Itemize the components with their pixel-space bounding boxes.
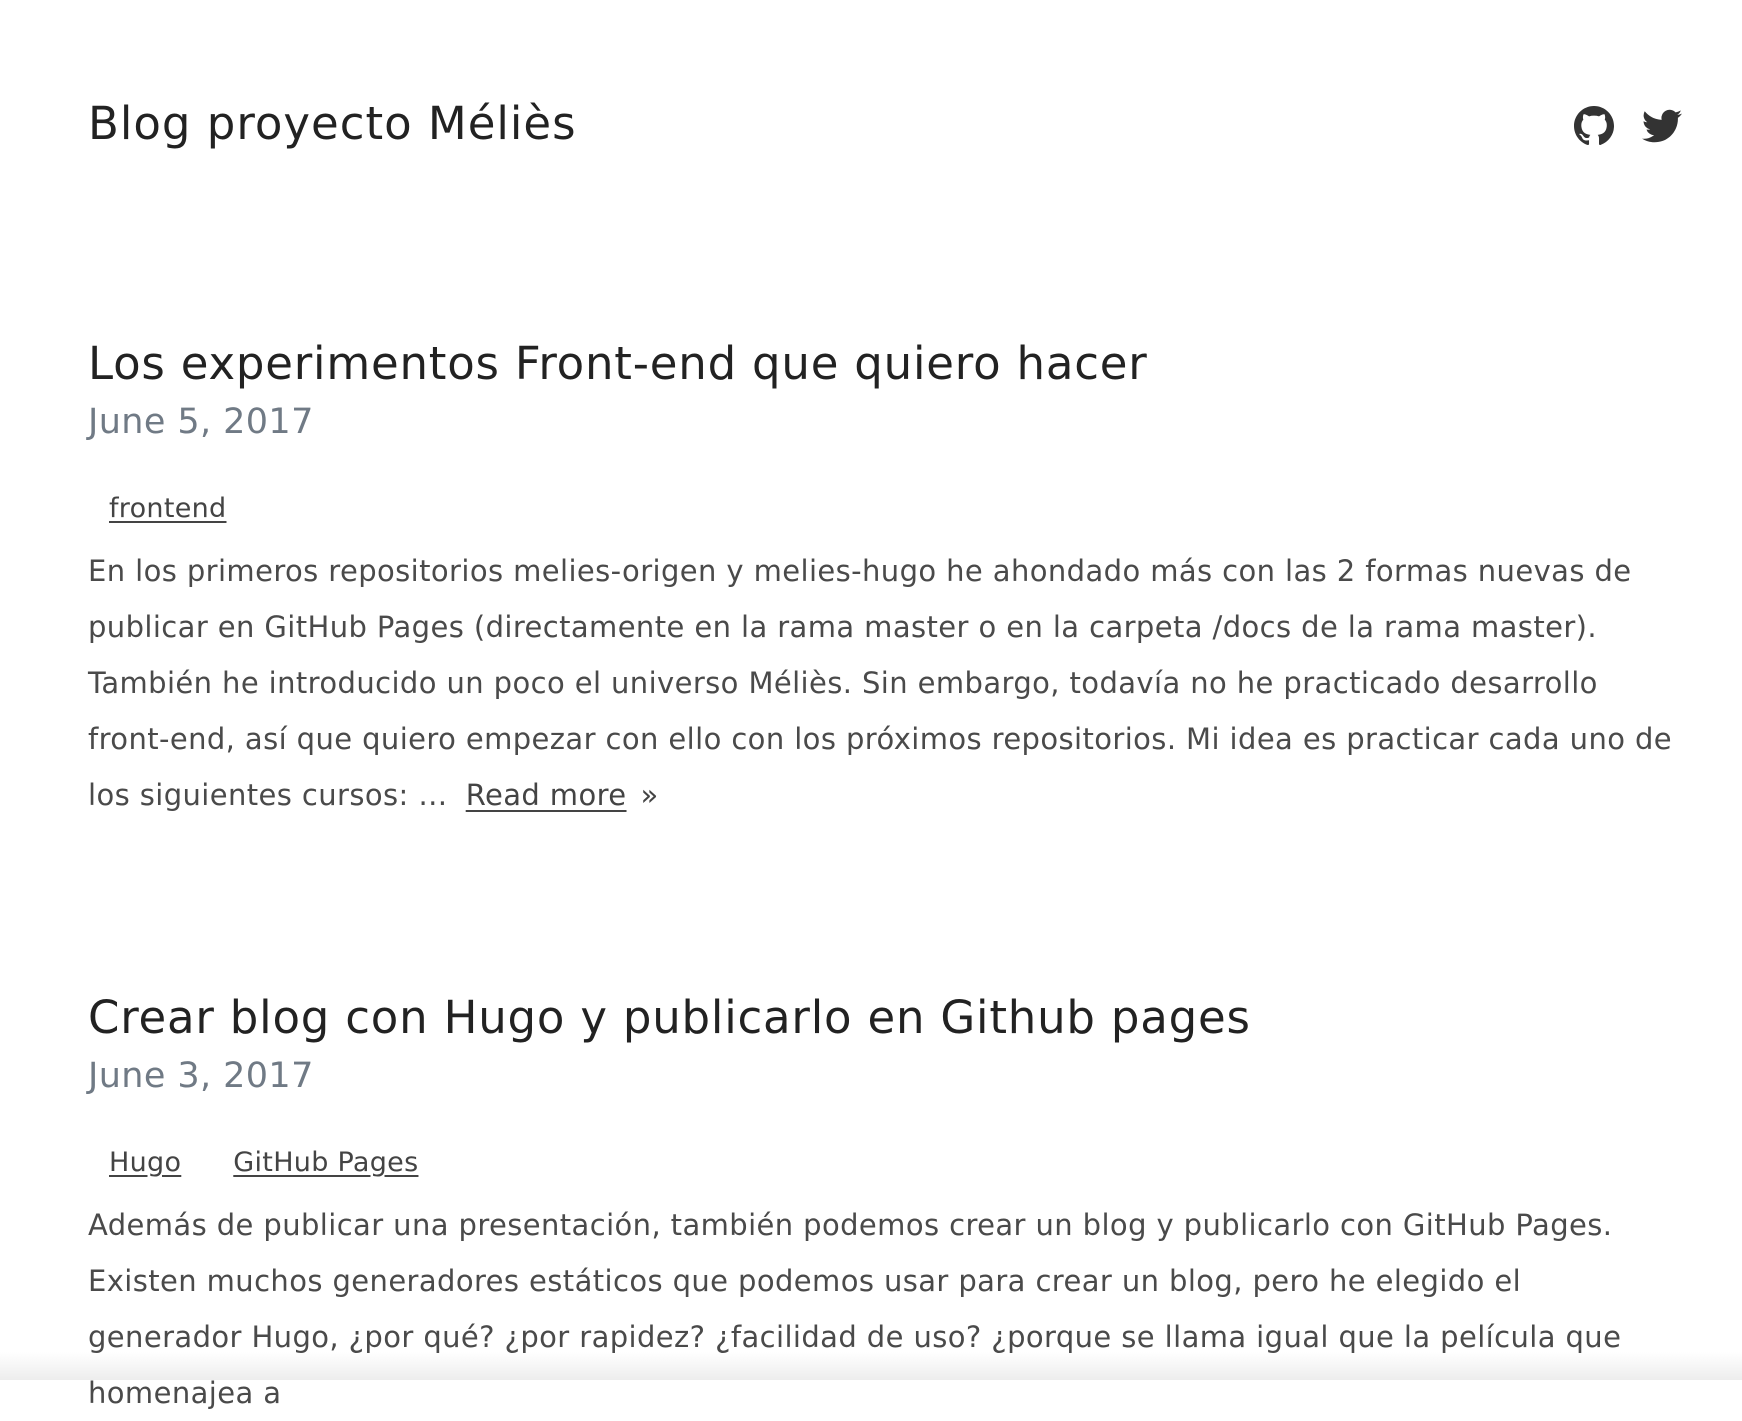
site-title[interactable]: Blog proyecto Méliès bbox=[88, 96, 577, 152]
post-tags: Hugo GitHub Pages bbox=[88, 1146, 1682, 1180]
page: Blog proyecto Méliès Los experimentos Fr… bbox=[88, 0, 1682, 1410]
read-more-link[interactable]: Read more bbox=[466, 778, 627, 812]
post-1: Los experimentos Front-end que quiero ha… bbox=[88, 336, 1682, 823]
social-links bbox=[1574, 106, 1682, 146]
tag-hugo[interactable]: Hugo bbox=[109, 1146, 181, 1180]
twitter-icon bbox=[1642, 109, 1682, 143]
tag-frontend[interactable]: frontend bbox=[109, 492, 227, 526]
chevron-right-icon: » bbox=[640, 778, 659, 812]
post-date: June 5, 2017 bbox=[88, 402, 314, 442]
post-summary-text: En los primeros repositorios melies-orig… bbox=[88, 554, 1673, 812]
github-icon bbox=[1574, 106, 1614, 146]
site-header: Blog proyecto Méliès bbox=[88, 0, 1682, 150]
post-date: June 3, 2017 bbox=[88, 1056, 314, 1096]
post-summary: En los primeros repositorios melies-orig… bbox=[88, 543, 1682, 823]
twitter-link[interactable] bbox=[1642, 106, 1682, 146]
post-tags: frontend bbox=[88, 492, 1682, 526]
post-title[interactable]: Los experimentos Front-end que quiero ha… bbox=[88, 336, 1148, 392]
scroll-fade bbox=[0, 1352, 1742, 1380]
github-link[interactable] bbox=[1574, 106, 1614, 146]
post-title[interactable]: Crear blog con Hugo y publicarlo en Gith… bbox=[88, 990, 1251, 1046]
post-summary: Además de publicar una presentación, tam… bbox=[88, 1208, 1622, 1410]
tag-github-pages[interactable]: GitHub Pages bbox=[233, 1146, 418, 1180]
